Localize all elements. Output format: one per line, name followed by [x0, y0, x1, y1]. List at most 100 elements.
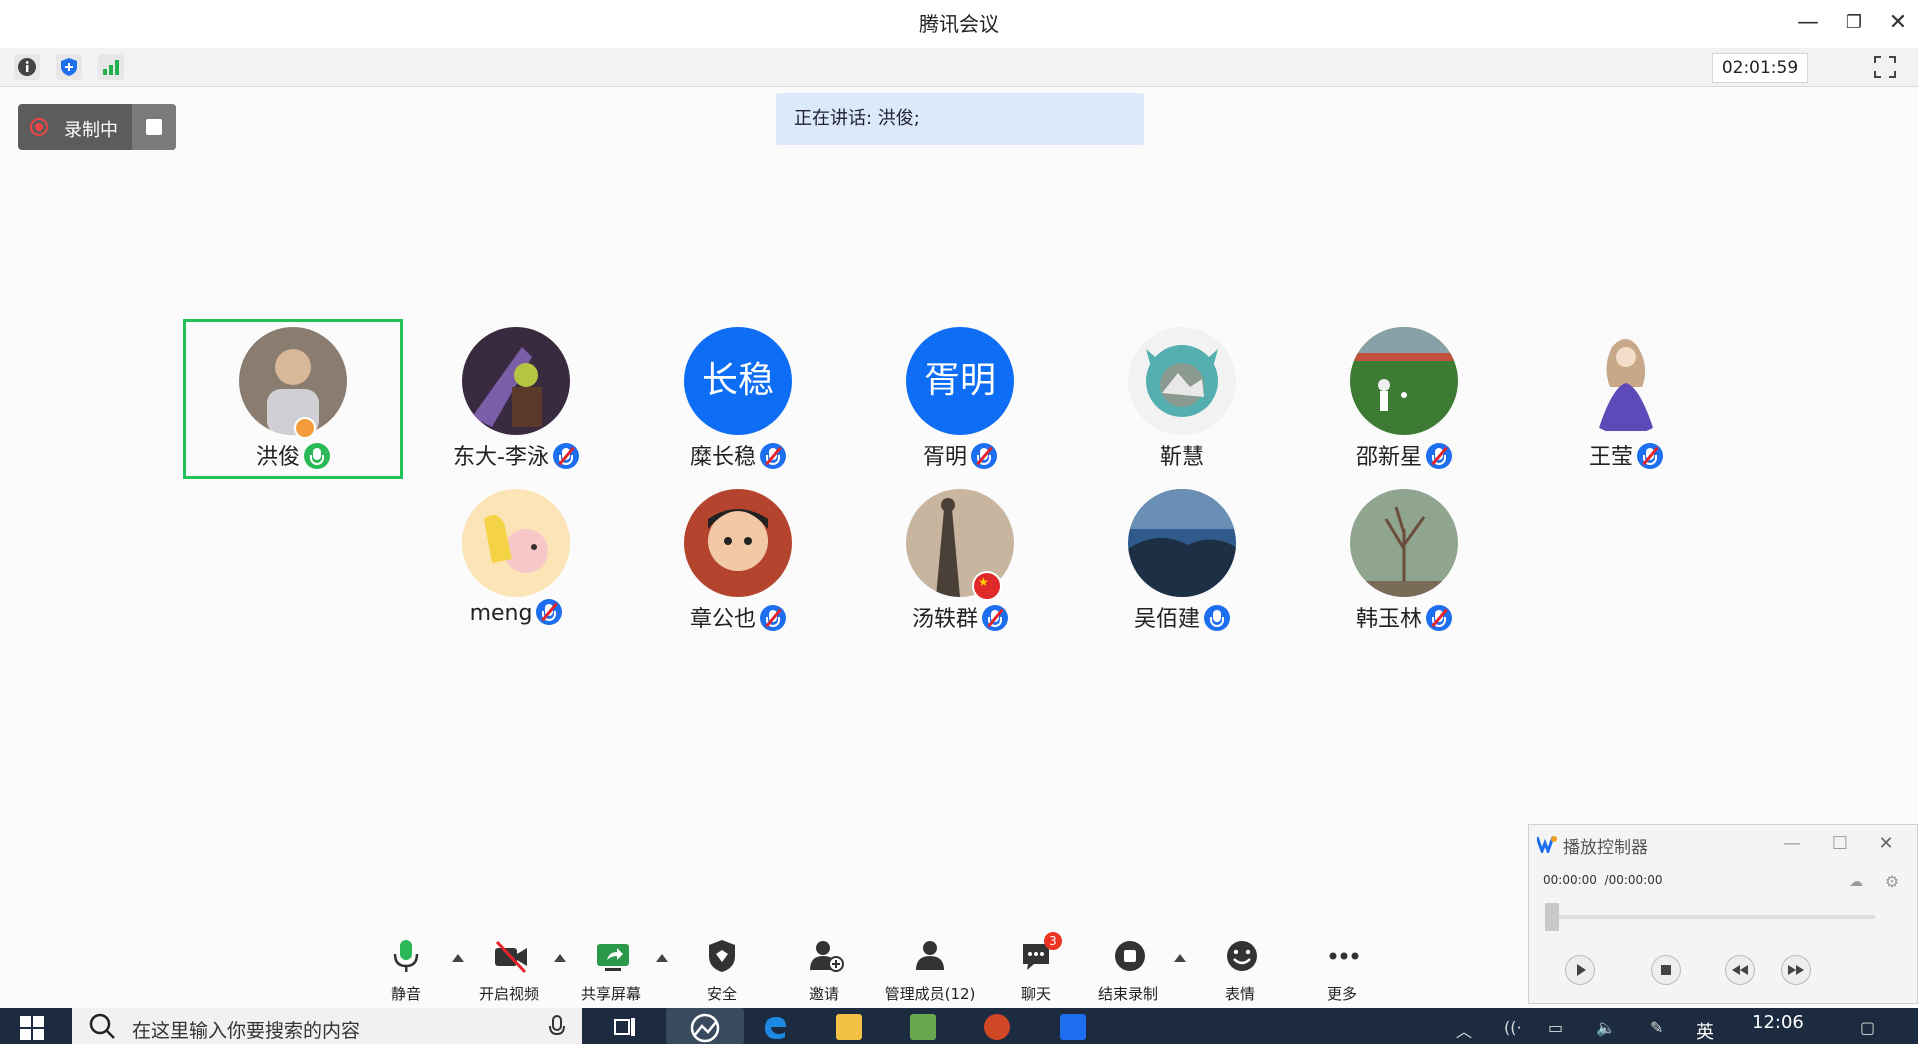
members-icon [914, 938, 946, 974]
participant-tile[interactable]: 王莹 [1516, 319, 1736, 479]
participant-name: 王莹 [1588, 445, 1633, 470]
volume-icon[interactable]: 🔈 [1596, 1018, 1616, 1037]
participant-name: 邵新星 [1355, 445, 1422, 470]
tencent-meeting-icon[interactable] [1060, 1014, 1086, 1040]
participant-tile[interactable]: 胥明 胥明 [850, 319, 1070, 479]
stop-record-icon [1112, 938, 1145, 974]
file-explorer-icon[interactable] [836, 1014, 862, 1040]
cloud-icon[interactable]: ☁ [1839, 867, 1873, 897]
avatar: 长稳 [684, 327, 792, 435]
edge-browser-icon[interactable] [762, 1014, 788, 1040]
task-view-icon[interactable] [612, 1014, 638, 1040]
participant-tile[interactable]: 东大-李泳 [406, 319, 626, 479]
start-video-button[interactable]: 开启视频 [461, 938, 557, 1008]
playback-progress-track[interactable] [1545, 915, 1875, 919]
player-title: 播放控制器 [1563, 838, 1648, 858]
share-screen-icon [595, 938, 629, 974]
more-button[interactable]: 更多 [1294, 938, 1390, 1008]
search-placeholder: 在这里输入你要搜索的内容 [132, 1020, 361, 1042]
share-screen-button[interactable]: 共享屏幕 [563, 938, 659, 1008]
avatar [239, 327, 347, 435]
chat-unread-badge: 3 [1044, 932, 1062, 950]
windows-start-icon[interactable] [20, 1016, 44, 1040]
emoji-icon [1224, 938, 1257, 974]
taskbar-search-box[interactable]: 在这里输入你要搜索的内容 [72, 1008, 582, 1044]
reactions-button[interactable]: 表情 [1192, 938, 1288, 1008]
fullscreen-icon[interactable] [1872, 54, 1898, 80]
restore-button[interactable]: ❐ [1836, 6, 1872, 40]
fast-forward-button[interactable] [1781, 955, 1811, 985]
microphone-icon [390, 938, 422, 974]
participant-tile[interactable]: 洪俊 [183, 319, 403, 479]
play-button[interactable] [1565, 955, 1595, 985]
mic-muted-icon [1426, 443, 1452, 469]
avatar [1128, 489, 1236, 597]
mic-muted-icon [1426, 605, 1452, 631]
settings-icon[interactable]: ⚙ [1875, 867, 1909, 897]
avatar [462, 489, 570, 597]
taskbar-app-active[interactable] [666, 1008, 744, 1044]
participant-name: 汤轶群 [911, 607, 978, 632]
invite-button[interactable]: 邀请 [776, 938, 872, 1008]
signal-strength-icon[interactable] [98, 54, 124, 80]
participant-tile[interactable]: 章公也 [628, 481, 848, 641]
playback-progress-handle[interactable] [1545, 903, 1559, 931]
mute-button[interactable]: 静音 [358, 938, 454, 1008]
record-options-caret[interactable] [1174, 954, 1186, 962]
record-icon [30, 118, 48, 136]
participant-tile[interactable]: 韩玉林 [1294, 481, 1514, 641]
player-close-button[interactable]: ✕ [1869, 829, 1903, 859]
search-icon [88, 1012, 116, 1044]
avatar [1350, 327, 1458, 435]
playback-time: 00:00:00 /00:00:00 [1543, 873, 1663, 887]
mic-muted-icon [971, 443, 997, 469]
minimize-button[interactable]: — [1790, 6, 1826, 40]
chat-button[interactable]: 3 聊天 [988, 932, 1084, 1008]
flag-icon [972, 571, 1002, 601]
participant-tile[interactable]: meng [406, 481, 626, 641]
stop-recording-button[interactable] [132, 104, 176, 150]
end-recording-button[interactable]: 结束录制 [1080, 938, 1176, 1008]
security-icon [706, 938, 738, 974]
player-minimize-button[interactable]: — [1775, 829, 1809, 859]
speaking-banner: 正在讲话: 洪俊; [776, 93, 1144, 145]
mic-muted-icon [1637, 443, 1663, 469]
spreadsheet-app-icon[interactable] [910, 1014, 936, 1040]
windows-taskbar: 在这里输入你要搜索的内容 ︿ ((· ▭ 🔈 ✎ 英 12:06 ▢ [0, 1008, 1918, 1044]
recording-label: 录制中 [64, 120, 118, 141]
close-button[interactable]: ✕ [1880, 6, 1916, 40]
add-user-icon [808, 938, 844, 974]
avatar [1572, 327, 1680, 435]
show-hidden-icons[interactable]: ︿ [1456, 1018, 1472, 1042]
mic-muted-icon [552, 443, 579, 469]
battery-icon[interactable]: ▭ [1548, 1018, 1563, 1037]
recording-indicator: 录制中 [18, 104, 176, 150]
avatar [684, 489, 792, 597]
notification-center-icon[interactable]: ▢ [1860, 1018, 1875, 1037]
participant-name: 胥明 [922, 445, 967, 470]
more-icon [1326, 938, 1359, 974]
share-options-caret[interactable] [656, 954, 668, 962]
manage-members-button[interactable]: 管理成员(12) [882, 938, 978, 1008]
stop-button[interactable] [1651, 955, 1681, 985]
microphone-icon[interactable] [548, 1014, 566, 1043]
shield-icon[interactable] [56, 54, 82, 80]
participant-tile[interactable]: 长稳 糜长稳 [628, 319, 848, 479]
taskbar-clock[interactable]: 12:06 [1752, 1012, 1804, 1033]
rewind-button[interactable] [1725, 955, 1755, 985]
info-icon[interactable] [14, 54, 40, 80]
security-button[interactable]: 安全 [674, 938, 770, 1008]
powerpoint-icon[interactable] [984, 1014, 1010, 1040]
participant-tile[interactable]: 吴佰建 [1072, 481, 1292, 641]
mic-muted-icon [760, 605, 786, 631]
mic-muted-icon [536, 599, 563, 625]
participant-name: 靳慧 [1159, 445, 1204, 470]
input-method-indicator[interactable]: 英 [1696, 1018, 1714, 1044]
pen-icon[interactable]: ✎ [1650, 1018, 1663, 1037]
participant-tile[interactable]: 汤轶群 [850, 481, 1070, 641]
participant-tile[interactable]: 邵新星 [1294, 319, 1514, 479]
player-maximize-button[interactable]: ☐ [1823, 829, 1857, 859]
participant-tile[interactable]: 靳慧 [1072, 319, 1292, 479]
app-logo-icon [1535, 835, 1557, 856]
wifi-icon[interactable]: ((· [1504, 1018, 1522, 1037]
